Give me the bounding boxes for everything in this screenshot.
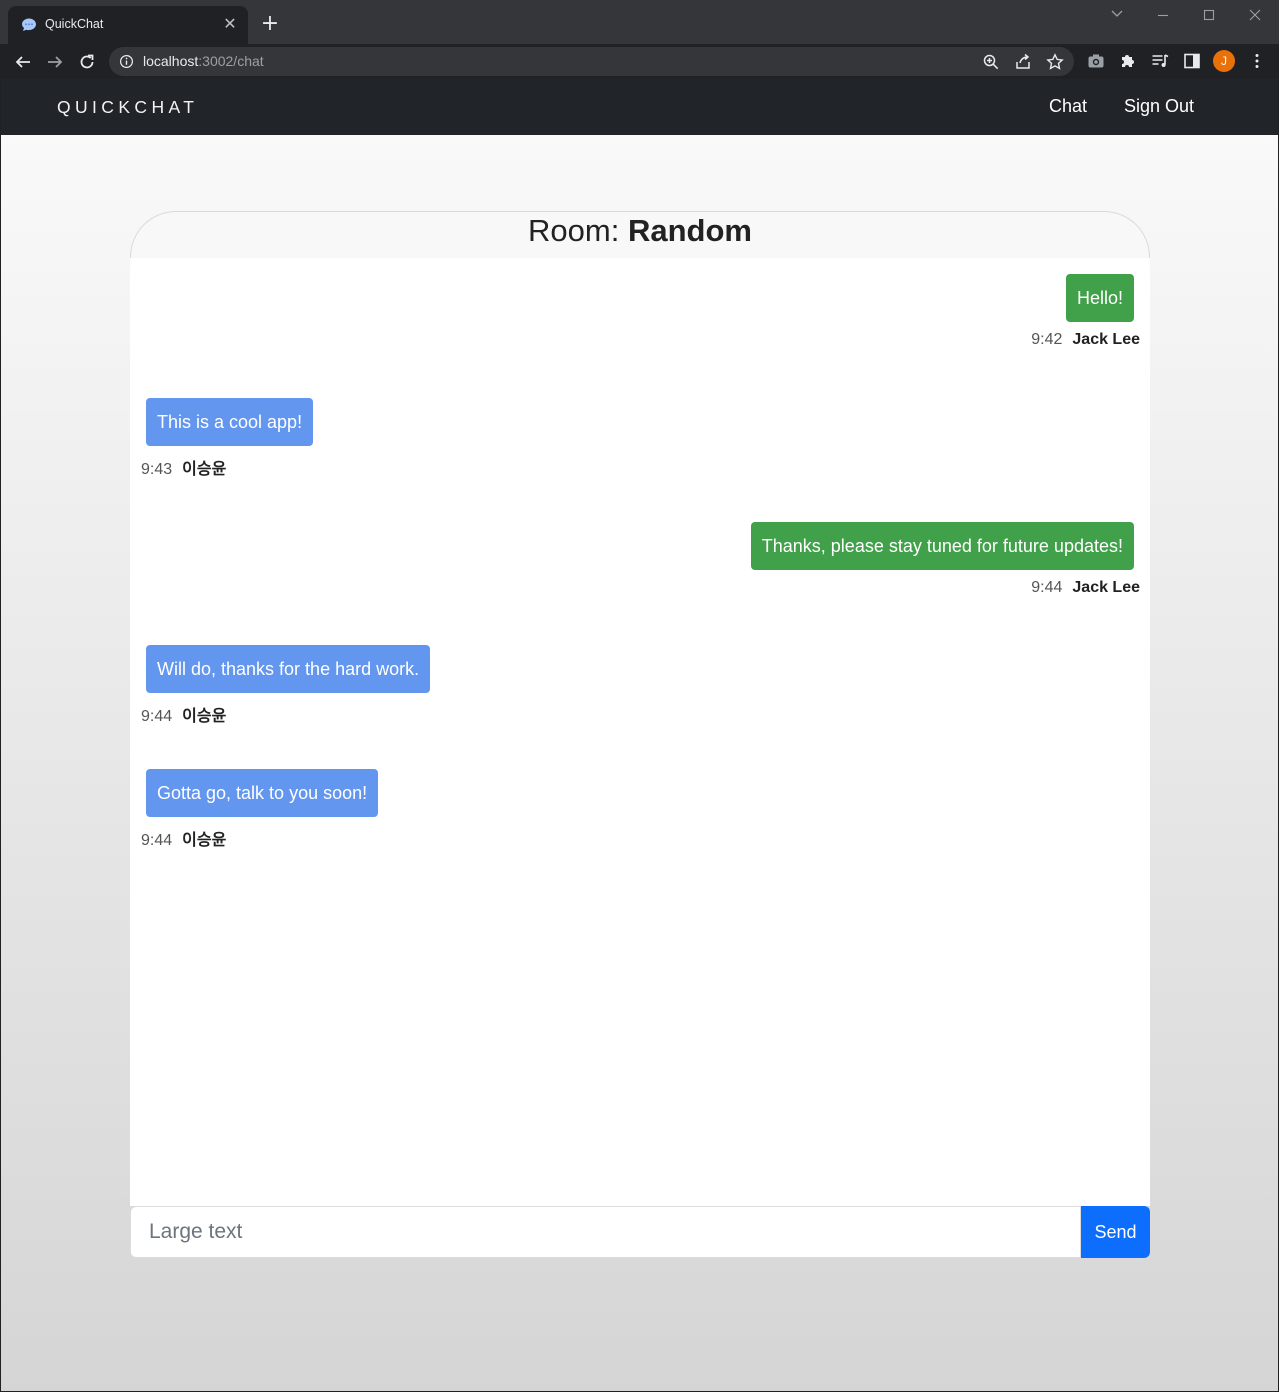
message-time: 9:43	[141, 461, 173, 478]
message-bubble: This is a cool app!	[146, 398, 314, 446]
message-item: Will do, thanks for the hard work. 9:44 이…	[141, 645, 431, 726]
browser-tab[interactable]: QuickChat ✕	[8, 6, 248, 44]
send-button[interactable]: Send	[1081, 1206, 1150, 1258]
message-meta: 9:44 이승윤	[141, 826, 378, 850]
bookmark-star-icon[interactable]	[1046, 53, 1064, 71]
tab-title: QuickChat	[45, 17, 104, 31]
message-list[interactable]: Hello! 9:42 Jack Lee This is a cool app! …	[130, 258, 1150, 1206]
message-time: 9:44	[141, 832, 173, 849]
url-path: :3002/chat	[198, 53, 264, 69]
message-item: Gotta go, talk to you soon! 9:44 이승윤	[141, 769, 379, 850]
minimize-icon[interactable]	[1150, 6, 1176, 26]
camera-icon[interactable]	[1087, 52, 1105, 70]
browser-toolbar: localhost:3002/chat J	[0, 44, 1279, 79]
room-header: Room: Random	[130, 211, 1150, 258]
extensions-puzzle-icon[interactable]	[1119, 52, 1137, 70]
room-prefix: Room:	[528, 213, 620, 248]
message-input[interactable]	[130, 1206, 1081, 1258]
message-author: 이승윤	[182, 461, 227, 478]
close-window-icon[interactable]	[1242, 6, 1268, 26]
new-tab-icon[interactable]: +	[260, 13, 280, 35]
more-menu-icon[interactable]	[1248, 52, 1266, 70]
browser-tabstrip: QuickChat ✕ +	[0, 0, 1279, 44]
message-author: 이승윤	[182, 708, 227, 725]
message-bubble: Gotta go, talk to you soon!	[146, 769, 379, 817]
message-item: Hello! 9:42 Jack Lee	[1031, 274, 1140, 349]
brand-logo[interactable]: QUICKCHAT	[57, 97, 198, 118]
tab-close-icon[interactable]: ✕	[221, 15, 239, 33]
message-bubble: Thanks, please stay tuned for future upd…	[750, 522, 1134, 570]
media-queue-icon[interactable]	[1151, 52, 1169, 70]
nav-sign-out-link[interactable]: Sign Out	[1124, 96, 1194, 117]
side-panel-icon[interactable]	[1183, 52, 1201, 70]
page-content: QUICKCHAT Chat Sign Out Room: Random Hel…	[1, 79, 1278, 1391]
message-item: This is a cool app! 9:43 이승윤	[141, 398, 314, 479]
reload-icon[interactable]	[75, 50, 99, 74]
app-navbar: QUICKCHAT Chat Sign Out	[1, 79, 1278, 135]
message-bubble: Hello!	[1065, 274, 1134, 322]
room-name: Random	[627, 213, 752, 248]
message-item: Thanks, please stay tuned for future upd…	[750, 522, 1140, 597]
chat-bubble-icon	[22, 18, 36, 31]
message-author: Jack Lee	[1072, 579, 1140, 596]
message-bubble: Will do, thanks for the hard work.	[146, 645, 431, 693]
message-composer: Send	[130, 1206, 1150, 1258]
message-author: 이승윤	[182, 832, 227, 849]
zoom-icon[interactable]	[982, 53, 1000, 71]
profile-avatar[interactable]: J	[1213, 50, 1235, 72]
message-meta: 9:42 Jack Lee	[1031, 331, 1140, 349]
maximize-icon[interactable]	[1196, 6, 1222, 26]
message-time: 9:44	[1031, 579, 1063, 596]
message-time: 9:44	[141, 708, 173, 725]
share-icon[interactable]	[1014, 53, 1032, 71]
nav-chat-link[interactable]: Chat	[1049, 96, 1087, 117]
url-text: localhost:3002/chat	[143, 53, 264, 69]
message-author: Jack Lee	[1072, 331, 1140, 348]
tab-search-icon[interactable]	[1104, 6, 1130, 26]
forward-arrow-icon[interactable]	[43, 50, 67, 74]
url-host: localhost	[143, 53, 199, 69]
address-bar[interactable]: localhost:3002/chat	[109, 47, 1074, 76]
chat-room-card: Room: Random Hello! 9:42 Jack Lee This is…	[130, 211, 1150, 1258]
back-arrow-icon[interactable]	[11, 50, 35, 74]
info-icon[interactable]	[119, 54, 134, 69]
message-time: 9:42	[1031, 331, 1063, 348]
message-meta: 9:44 Jack Lee	[751, 579, 1140, 597]
room-title: Room: Random	[131, 213, 1149, 249]
message-meta: 9:44 이승윤	[141, 702, 430, 726]
message-meta: 9:43 이승윤	[141, 455, 313, 479]
